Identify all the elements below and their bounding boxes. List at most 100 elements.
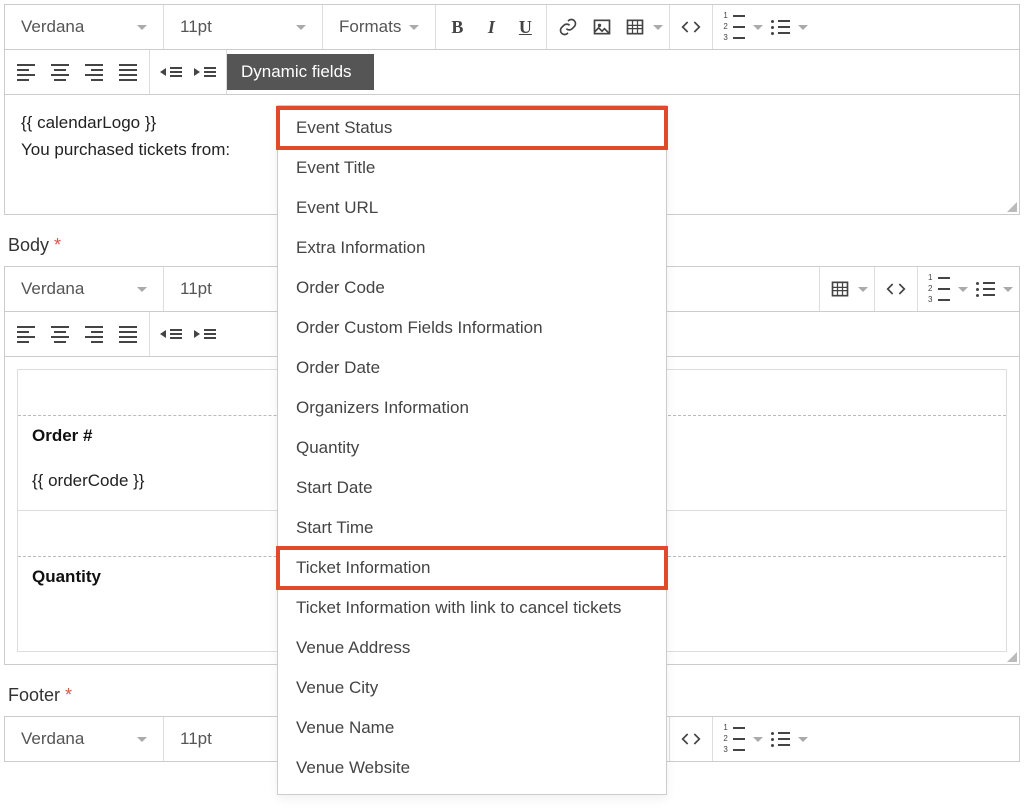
chevron-down-icon <box>296 25 306 30</box>
font-size-select[interactable]: 11pt <box>168 7 318 47</box>
align-center-button[interactable] <box>43 52 77 92</box>
outdent-icon <box>160 329 182 339</box>
indent-button[interactable] <box>188 52 222 92</box>
bullet-list-button[interactable] <box>970 269 1015 309</box>
bullet-list-button[interactable] <box>765 7 810 47</box>
dropdown-item[interactable]: Extra Information <box>278 228 666 268</box>
dropdown-item[interactable]: Event Title <box>278 148 666 188</box>
outdent-button[interactable] <box>154 52 188 92</box>
bullet-list-icon <box>771 732 790 747</box>
chevron-down-icon <box>753 25 763 30</box>
align-right-icon <box>85 326 103 343</box>
required-asterisk: * <box>65 685 72 705</box>
font-size-label: 11pt <box>180 729 212 749</box>
dropdown-item[interactable]: Organizers Information <box>278 388 666 428</box>
table-button[interactable] <box>619 7 665 47</box>
dropdown-item[interactable]: Venue City <box>278 668 666 708</box>
indent-icon <box>194 67 216 77</box>
table-icon <box>625 17 645 37</box>
dropdown-item[interactable]: Start Time <box>278 508 666 548</box>
indent-icon <box>194 329 216 339</box>
link-button[interactable] <box>551 7 585 47</box>
font-family-select[interactable]: Verdana <box>9 7 159 47</box>
dropdown-item[interactable]: Order Code <box>278 268 666 308</box>
chevron-down-icon <box>858 287 868 292</box>
dropdown-item[interactable]: Ticket Information with link to cancel t… <box>278 588 666 628</box>
dynamic-fields-label: Dynamic fields <box>241 62 352 82</box>
chevron-down-icon <box>1003 287 1013 292</box>
image-button[interactable] <box>585 7 619 47</box>
dynamic-fields-dropdown: Event StatusEvent TitleEvent URLExtra In… <box>277 105 667 795</box>
align-center-button[interactable] <box>43 314 77 354</box>
body-label-text: Body <box>8 235 49 255</box>
chevron-down-icon <box>409 25 419 30</box>
resize-handle[interactable] <box>1005 650 1017 662</box>
underline-button[interactable]: U <box>508 7 542 47</box>
dropdown-item[interactable]: Ticket Information <box>278 548 666 588</box>
code-icon <box>886 279 906 299</box>
dropdown-item[interactable]: Venue Website <box>278 748 666 788</box>
dropdown-item[interactable]: Order Date <box>278 348 666 388</box>
font-family-label: Verdana <box>21 17 84 37</box>
numbered-list-icon: 1 2 3 <box>723 724 745 754</box>
dropdown-item[interactable]: Venue Address <box>278 628 666 668</box>
align-right-button[interactable] <box>77 314 111 354</box>
dropdown-item[interactable]: Quantity <box>278 428 666 468</box>
align-justify-button[interactable] <box>111 314 145 354</box>
code-icon <box>681 17 701 37</box>
image-icon <box>592 17 612 37</box>
numbered-list-button[interactable]: 1 2 3 <box>717 7 765 47</box>
code-button[interactable] <box>674 7 708 47</box>
font-family-select[interactable]: Verdana <box>9 719 159 759</box>
italic-button[interactable]: I <box>474 7 508 47</box>
code-button[interactable] <box>879 269 913 309</box>
align-center-icon <box>51 64 69 81</box>
chevron-down-icon <box>798 25 808 30</box>
dropdown-item[interactable]: Venue Name <box>278 708 666 748</box>
numbered-list-icon: 1 2 3 <box>928 274 950 304</box>
chevron-down-icon <box>798 737 808 742</box>
outdent-button[interactable] <box>154 314 188 354</box>
numbered-list-button[interactable]: 1 2 3 <box>922 269 970 309</box>
toolbar-row-2: Dynamic fields <box>4 50 1020 95</box>
indent-button[interactable] <box>188 314 222 354</box>
align-left-icon <box>17 64 35 81</box>
font-family-label: Verdana <box>21 729 84 749</box>
bullet-list-icon <box>976 282 995 297</box>
code-button[interactable] <box>674 719 708 759</box>
chevron-down-icon <box>958 287 968 292</box>
formats-select[interactable]: Formats <box>327 7 431 47</box>
dropdown-item[interactable]: Start Date <box>278 468 666 508</box>
footer-label-text: Footer <box>8 685 60 705</box>
align-left-button[interactable] <box>9 314 43 354</box>
underline-icon: U <box>519 17 532 38</box>
resize-handle[interactable] <box>1005 200 1017 212</box>
align-center-icon <box>51 326 69 343</box>
align-justify-icon <box>119 64 137 81</box>
align-right-icon <box>85 64 103 81</box>
font-size-label: 11pt <box>180 279 212 299</box>
numbered-list-icon: 1 2 3 <box>723 12 745 42</box>
toolbar-row-1: Verdana 11pt Formats B I U <box>4 4 1020 50</box>
italic-icon: I <box>488 17 495 38</box>
dropdown-item[interactable]: Event Status <box>278 108 666 148</box>
align-left-icon <box>17 326 35 343</box>
table-button[interactable] <box>824 269 870 309</box>
dropdown-item[interactable]: Order Custom Fields Information <box>278 308 666 348</box>
chevron-down-icon <box>653 25 663 30</box>
chevron-down-icon <box>137 287 147 292</box>
align-left-button[interactable] <box>9 52 43 92</box>
required-asterisk: * <box>54 235 61 255</box>
bold-button[interactable]: B <box>440 7 474 47</box>
bullet-list-icon <box>771 20 790 35</box>
font-size-label: 11pt <box>180 17 212 37</box>
align-justify-button[interactable] <box>111 52 145 92</box>
dynamic-fields-button[interactable]: Dynamic fields <box>227 54 374 90</box>
align-right-button[interactable] <box>77 52 111 92</box>
dropdown-item[interactable]: Event URL <box>278 188 666 228</box>
link-icon <box>558 17 578 37</box>
bullet-list-button[interactable] <box>765 719 810 759</box>
chevron-down-icon <box>137 737 147 742</box>
font-family-select[interactable]: Verdana <box>9 269 159 309</box>
numbered-list-button[interactable]: 1 2 3 <box>717 719 765 759</box>
